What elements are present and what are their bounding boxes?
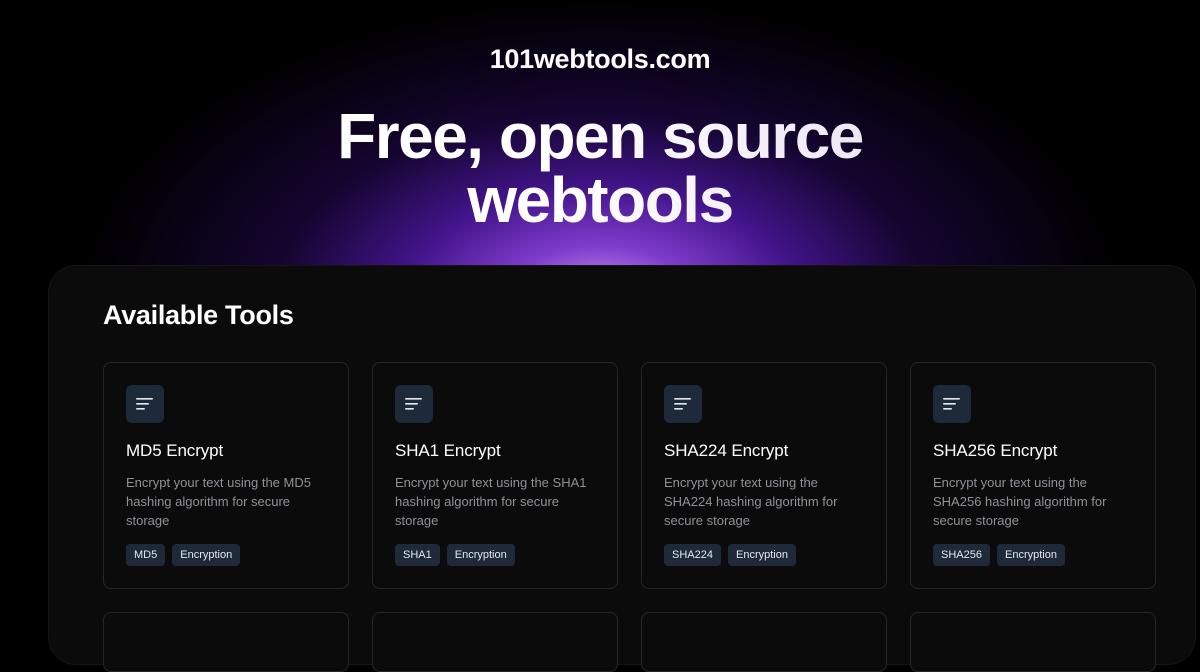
- tag: Encryption: [727, 544, 796, 566]
- tool-card-description: Encrypt your text using the SHA256 hashi…: [933, 475, 1107, 528]
- tool-card-tags: SHA256 Encryption: [933, 544, 1133, 566]
- tool-card[interactable]: [103, 612, 349, 672]
- tag: Encryption: [172, 544, 241, 566]
- tools-panel: Available Tools MD5 Encrypt Encrypt your…: [48, 265, 1196, 672]
- hero-headline: Free, open source webtools: [0, 104, 1200, 232]
- tool-card[interactable]: [641, 612, 887, 672]
- tag: Encryption: [996, 544, 1065, 566]
- tool-card-sha256[interactable]: SHA256 Encrypt Encrypt your text using t…: [910, 362, 1156, 589]
- tool-card[interactable]: [372, 612, 618, 672]
- tool-card[interactable]: [910, 612, 1156, 672]
- tool-card-sha224[interactable]: SHA224 Encrypt Encrypt your text using t…: [641, 362, 887, 589]
- tag: SHA256: [933, 544, 990, 566]
- tool-card-title: SHA256 Encrypt: [933, 441, 1058, 460]
- panel-title: Available Tools: [103, 300, 294, 330]
- text-lines-icon: [395, 385, 433, 423]
- tool-card-title: SHA1 Encrypt: [395, 441, 501, 460]
- tool-card-tags: SHA1 Encryption: [395, 544, 595, 566]
- text-lines-icon: [664, 385, 702, 423]
- tool-card-description: Encrypt your text using the SHA1 hashing…: [395, 475, 587, 528]
- tool-card-title: MD5 Encrypt: [126, 441, 224, 460]
- text-lines-icon: [933, 385, 971, 423]
- tag: MD5: [126, 544, 166, 566]
- tag: SHA224: [664, 544, 721, 566]
- tag: SHA1: [395, 544, 440, 566]
- text-lines-icon: [126, 385, 164, 423]
- tool-card-description: Encrypt your text using the SHA224 hashi…: [664, 475, 838, 528]
- tool-card-description: Encrypt your text using the MD5 hashing …: [126, 475, 311, 528]
- site-name[interactable]: 101webtools.com: [0, 44, 1200, 75]
- tool-card-md5[interactable]: MD5 Encrypt Encrypt your text using the …: [103, 362, 349, 589]
- tools-grid: MD5 Encrypt Encrypt your text using the …: [103, 362, 1156, 672]
- tag: Encryption: [446, 544, 515, 566]
- tool-card-tags: SHA224 Encryption: [664, 544, 864, 566]
- tool-card-sha1[interactable]: SHA1 Encrypt Encrypt your text using the…: [372, 362, 618, 589]
- headline-line-2: webtools: [467, 164, 733, 236]
- tool-card-title: SHA224 Encrypt: [664, 441, 789, 460]
- tool-card-tags: MD5 Encryption: [126, 544, 326, 566]
- headline-line-1: Free, open source: [337, 100, 863, 172]
